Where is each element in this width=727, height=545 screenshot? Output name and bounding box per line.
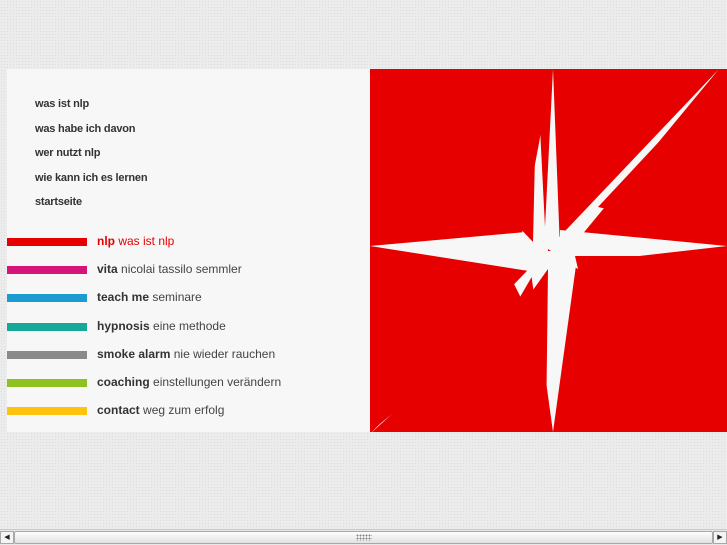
menu-color-bar [7, 294, 87, 303]
top-navigation: was ist nlp was habe ich davon wer nutzt… [35, 97, 148, 220]
menu-color-bar [7, 407, 87, 416]
menu-item-label[interactable]: nlp was ist nlp [97, 234, 174, 248]
menu-item-label[interactable]: hypnosis eine methode [97, 319, 226, 333]
menu-item-label[interactable]: smoke alarm nie wieder rauchen [97, 347, 275, 361]
menu-item-label[interactable]: teach me seminare [97, 290, 202, 304]
menu-color-bar [7, 266, 87, 275]
star-arm-west-top [370, 69, 520, 226]
star-arm-east-bottom [575, 256, 727, 432]
content-panel: was ist nlp was habe ich davon wer nutzt… [7, 69, 370, 432]
menu-color-bar [7, 238, 87, 246]
section-menu: nlp was ist nlp vita nicolai tassilo sem… [7, 234, 281, 431]
horizontal-scrollbar[interactable]: ◀ ▶ [0, 529, 727, 545]
nav-link-startseite[interactable]: startseite [35, 195, 147, 220]
menu-item-nlp[interactable]: nlp was ist nlp [7, 234, 281, 262]
menu-item-label[interactable]: contact weg zum erfolg [97, 403, 224, 417]
menu-item-contact[interactable]: contact weg zum erfolg [7, 403, 281, 431]
menu-color-bar [7, 322, 87, 331]
grip-icon [355, 534, 372, 541]
menu-item-coaching[interactable]: coaching einstellungen verändern [7, 375, 281, 403]
nav-link-wer-nutzt-nlp[interactable]: wer nutzt nlp [35, 146, 147, 171]
menu-item-label[interactable]: coaching einstellungen verändern [97, 375, 281, 389]
scroll-right-icon[interactable]: ▶ [713, 531, 727, 544]
compass-star-icon [370, 69, 727, 432]
nav-link-wie-kann-ich-es-lernen[interactable]: wie kann ich es lernen [35, 171, 148, 196]
menu-item-vita[interactable]: vita nicolai tassilo semmler [7, 262, 281, 290]
menu-item-smoke-alarm[interactable]: smoke alarm nie wieder rauchen [7, 347, 281, 375]
nav-link-was-ist-nlp[interactable]: was ist nlp [35, 97, 147, 122]
menu-item-teach-me[interactable]: teach me seminare [7, 290, 281, 318]
scrollbar-thumb[interactable] [14, 531, 713, 544]
menu-item-label[interactable]: vita nicolai tassilo semmler [97, 262, 242, 276]
nav-link-was-habe-ich-davon[interactable]: was habe ich davon [35, 122, 147, 147]
menu-item-hypnosis[interactable]: hypnosis eine methode [7, 319, 281, 347]
menu-color-bar [7, 378, 87, 387]
menu-color-bar [7, 350, 87, 359]
scroll-left-icon[interactable]: ◀ [0, 531, 14, 544]
